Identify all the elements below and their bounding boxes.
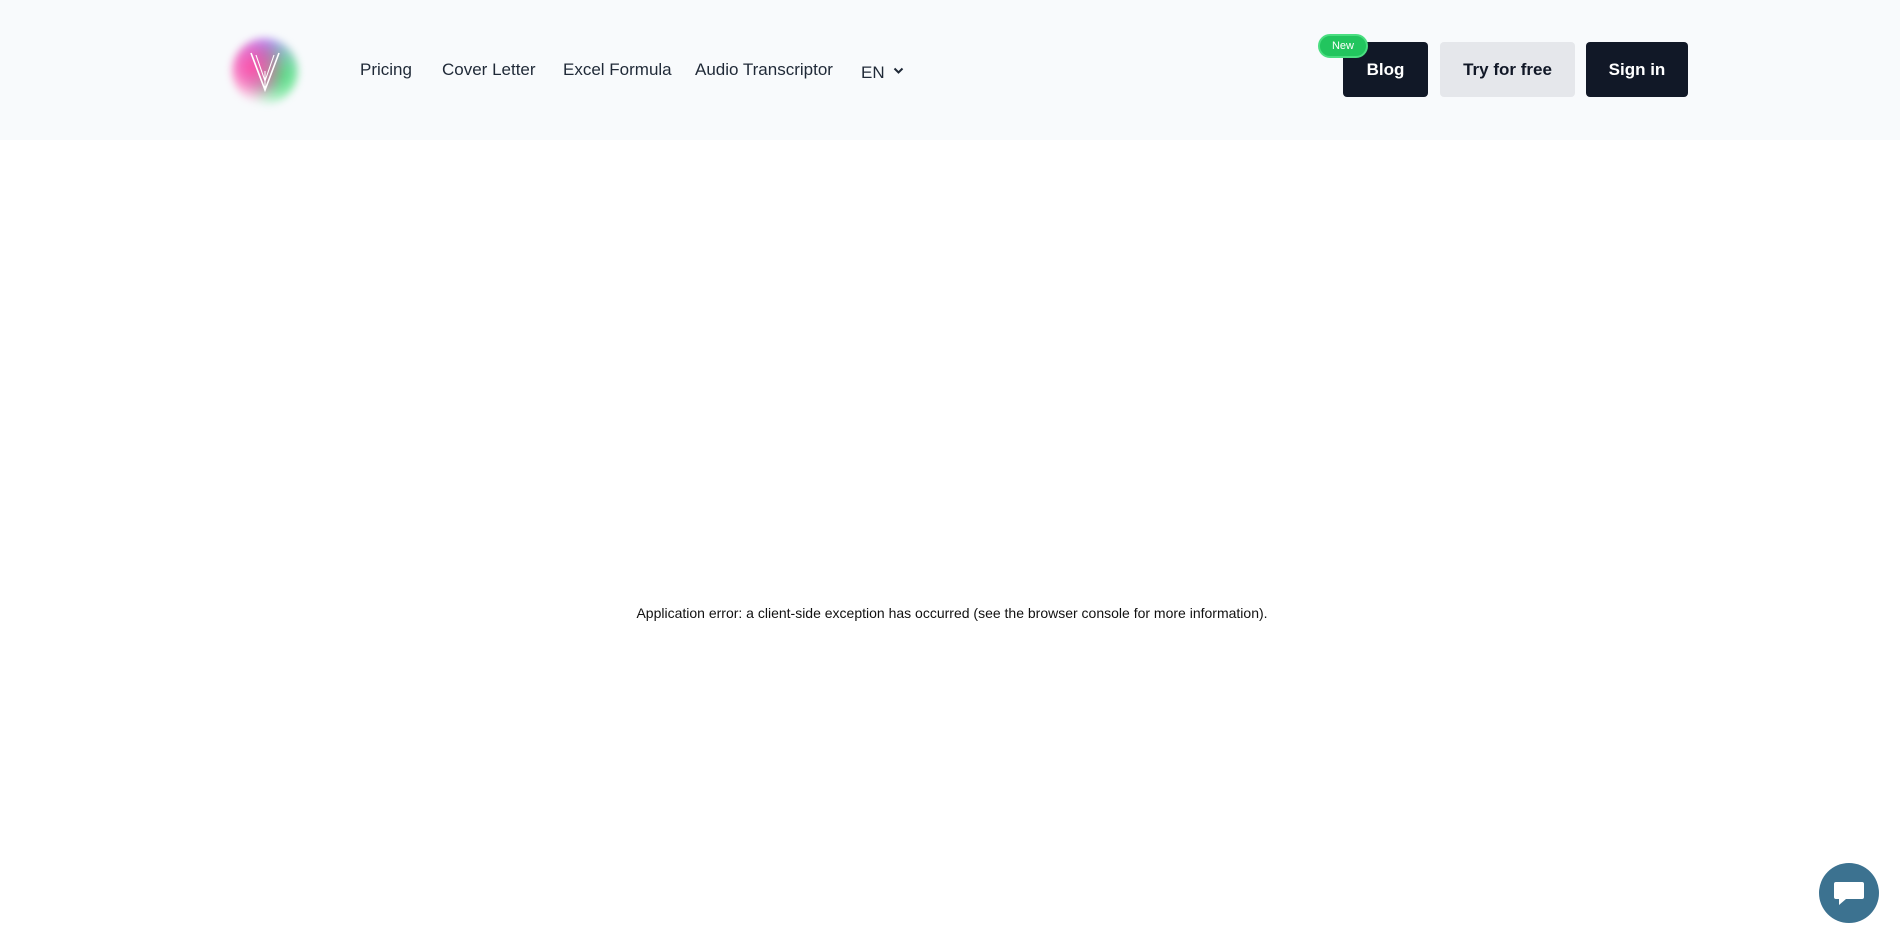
nav-audio-transcriptor[interactable]: Audio Transcriptor (695, 56, 833, 84)
language-selector[interactable]: EN (861, 56, 904, 84)
nav-pricing[interactable]: Pricing (360, 56, 412, 84)
chat-widget-button[interactable] (1819, 863, 1879, 923)
error-message: Application error: a client-side excepti… (636, 605, 1268, 621)
logo-v-icon (250, 52, 280, 93)
chevron-down-icon (893, 56, 904, 84)
try-for-free-button[interactable]: Try for free (1440, 42, 1575, 97)
language-label: EN (861, 63, 885, 82)
new-badge: New (1318, 34, 1368, 58)
nav-cover-letter[interactable]: Cover Letter (442, 56, 536, 84)
chat-icon (1834, 882, 1864, 905)
brand-logo[interactable] (232, 38, 298, 104)
nav-excel-formula[interactable]: Excel Formula (563, 56, 672, 84)
site-header: Pricing Cover Letter Excel Formula Audio… (0, 0, 1900, 140)
sign-in-button[interactable]: Sign in (1586, 42, 1688, 97)
